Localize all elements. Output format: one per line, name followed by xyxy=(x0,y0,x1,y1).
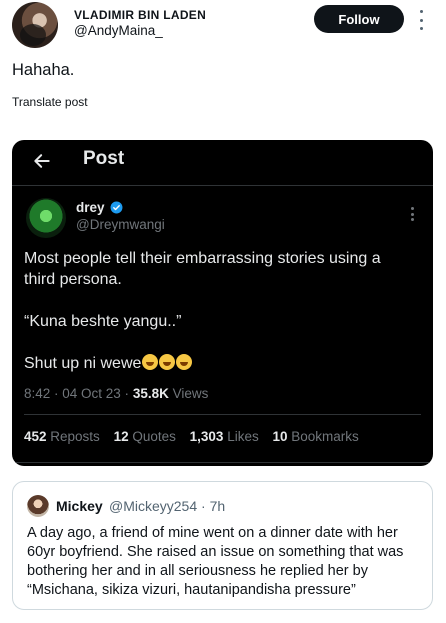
divider xyxy=(24,414,421,415)
face-with-tears-of-joy-emoji xyxy=(142,354,159,370)
author-name[interactable]: VLADIMIR BIN LADEN xyxy=(74,8,206,22)
embedded-author-handle: @Dreymwangi xyxy=(76,217,165,232)
quoted-author-avatar xyxy=(27,495,49,517)
embedded-post-meta: 8:42 · 04 Oct 23 · 35.8K Views xyxy=(24,386,208,401)
embedded-paragraph: Most people tell their embarrassing stor… xyxy=(24,250,381,288)
embedded-post-time: 8:42 · 04 Oct 23 · xyxy=(24,386,133,401)
embedded-author-avatar xyxy=(26,198,66,238)
quoted-post-card[interactable]: Mickey @Mickeyy254 · 7h A day ago, a fri… xyxy=(12,481,433,610)
embedded-topbar: Post xyxy=(12,140,433,186)
stat-quotes: 12 Quotes xyxy=(113,429,176,444)
divider xyxy=(12,462,433,463)
quoted-author-name: Mickey xyxy=(56,498,103,514)
embedded-post-screenshot[interactable]: Post drey @Dreymwangi Most people tell t… xyxy=(12,140,433,466)
embedded-paragraph: “Kuna beshte yangu..” xyxy=(24,313,182,330)
embedded-author-name: drey xyxy=(76,200,105,215)
embedded-post-text: Most people tell their embarrassing stor… xyxy=(24,248,414,374)
embedded-page-title: Post xyxy=(83,148,125,169)
face-with-tears-of-joy-emoji xyxy=(176,354,193,370)
stat-likes: 1,303 Likes xyxy=(189,429,259,444)
stat-reposts: 452 Reposts xyxy=(24,429,100,444)
quoted-post-text: A day ago, a friend of mine went on a di… xyxy=(27,525,404,598)
quoted-author-handle-time: @Mickeyy254 · 7h xyxy=(109,498,226,514)
post-text: Hahaha. xyxy=(12,61,75,79)
follow-button[interactable]: Follow xyxy=(314,5,404,33)
embedded-views-count: 35.8K xyxy=(132,386,169,401)
stat-bookmarks: 10 Bookmarks xyxy=(272,429,359,444)
embedded-more-icon xyxy=(411,207,415,221)
embedded-views-label: Views xyxy=(168,386,209,401)
face-with-tears-of-joy-emoji xyxy=(159,354,176,370)
author-handle[interactable]: @AndyMaina_ xyxy=(74,23,163,38)
verified-badge-icon xyxy=(110,201,123,214)
embedded-paragraph-text: Shut up ni wewe xyxy=(24,355,142,372)
arrow-left-icon xyxy=(34,154,50,168)
embedded-paragraph-last: Shut up ni wewe xyxy=(24,353,414,374)
embedded-post-stats: 452 Reposts 12 Quotes 1,303 Likes 10 Boo… xyxy=(24,429,369,444)
post-header: VLADIMIR BIN LADEN @AndyMaina_ Follow xyxy=(0,0,446,52)
more-vertical-icon[interactable] xyxy=(418,10,424,30)
translate-post-link[interactable]: Translate post xyxy=(12,95,88,109)
author-avatar[interactable] xyxy=(12,2,58,48)
